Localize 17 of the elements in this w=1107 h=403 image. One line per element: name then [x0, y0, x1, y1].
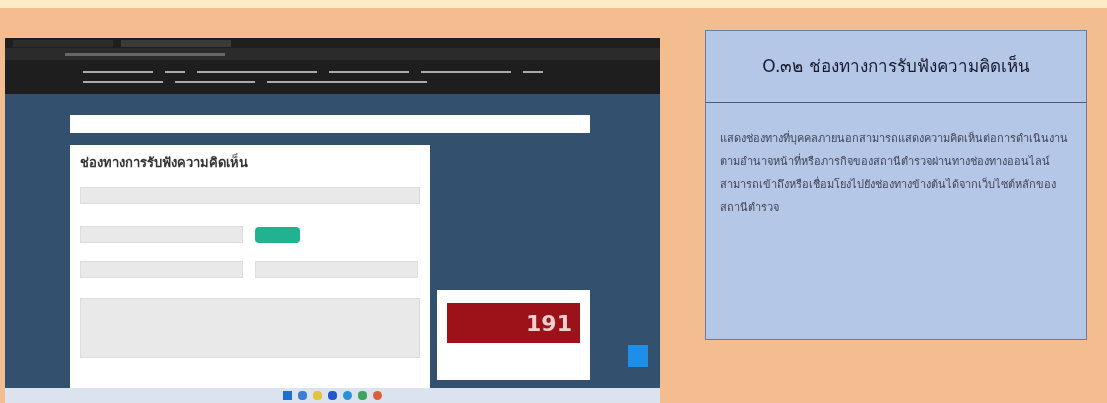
browser-tab[interactable]	[13, 39, 113, 47]
file-button[interactable]	[255, 226, 300, 243]
input-field[interactable]	[80, 187, 420, 205]
form-title: ช่องทางการรับฟังความคิดเห็น	[80, 155, 249, 172]
text-area[interactable]	[80, 298, 420, 359]
start-icon[interactable]	[283, 391, 292, 400]
input-field[interactable]	[255, 261, 418, 279]
panel-description: แสดงช่องทางที่บุคคลภายนอกสามารถแสดงความคิดเห็นต่อการดำเนินงานตามอำนาจหน้าที่หรือภารกิจของสถานีตำรวจผ่านทางช่องทางออนไลน์ สามารถเข้าถึงหรือเชื่อมโยงไปยังช่องทางข้างต้นได้จากเว็บไซต์หลักของสถานีตำรวจ	[719, 129, 1069, 216]
search-field[interactable]	[70, 115, 590, 133]
input-field[interactable]	[80, 261, 243, 279]
address-bar[interactable]	[5, 48, 660, 60]
panel-title: O.๓๒ ช่องทางการรับฟังความคิดเห็น	[762, 54, 1030, 78]
hotline-banner[interactable]: 191	[447, 303, 580, 343]
input-field[interactable]	[80, 226, 243, 244]
browser-tab[interactable]	[121, 39, 231, 47]
hotline-number: 191	[526, 309, 572, 338]
chat-button[interactable]	[628, 345, 648, 367]
